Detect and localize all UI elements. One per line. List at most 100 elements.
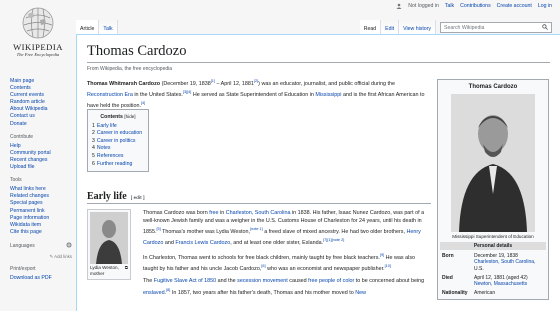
tab-edit-label[interactable]: Edit: [385, 26, 394, 32]
view-tabs: Read Edit View history Search Wikipedia: [359, 20, 552, 34]
toc-item[interactable]: 5 References: [92, 153, 144, 161]
toc-item[interactable]: 6 Further reading: [92, 161, 144, 169]
search-icon[interactable]: [542, 23, 548, 32]
toc-hide-toggle[interactable]: [hide]: [124, 114, 135, 119]
search-placeholder: Search Wikipedia: [444, 24, 485, 31]
sidebar-item-contents[interactable]: Contents: [10, 85, 72, 92]
sidebar-item-upload-file[interactable]: Upload file: [10, 164, 72, 171]
sidebar-item-recent-changes[interactable]: Recent changes: [10, 157, 72, 164]
infobox-label: Nationality: [442, 289, 468, 296]
infobox-title: Thomas Cardozo: [468, 84, 518, 90]
login-link[interactable]: Log in: [538, 3, 552, 9]
infobox-caption: Mississippi Superintendent of Education: [440, 232, 546, 242]
namespace-tabs: Article Talk: [76, 20, 118, 34]
infobox-section-personal: Personal details: [440, 242, 546, 250]
site-subtitle: From Wikipedia, the free encyclopedia: [87, 66, 173, 72]
infobox-row-nationality: Nationality American: [440, 289, 546, 298]
personal-tools: Not logged in Talk Contributions Create …: [396, 3, 552, 9]
tab-article[interactable]: Article: [76, 20, 100, 34]
ref[interactable]: [10]: [385, 264, 391, 268]
infobox-value: American: [474, 289, 496, 296]
sidebar-heading-contribute: Contribute: [10, 133, 34, 140]
page-tabs: Article Talk Read Edit View history Sear…: [76, 20, 552, 34]
toc-item[interactable]: 3 Career in politics: [92, 138, 144, 146]
pencil-icon: ✎: [49, 253, 54, 259]
sidebar-item-about-wikipedia[interactable]: About Wikipedia: [10, 106, 72, 113]
toc-item[interactable]: 4 Notes: [92, 145, 144, 153]
gear-icon[interactable]: [66, 242, 72, 251]
search-input[interactable]: Search Wikipedia: [440, 22, 552, 33]
subject-name: Thomas Whitmarsh Cardozo: [87, 80, 161, 87]
ref[interactable]: [7][1]: [323, 238, 331, 242]
sidebar-item-help[interactable]: Help: [10, 143, 72, 150]
sidebar-item-contact-us[interactable]: Contact us: [10, 113, 72, 120]
toc-item[interactable]: 1 Early life: [92, 123, 144, 131]
wikipedia-logo[interactable]: WIKIPEDIA The Free Encyclopedia: [8, 6, 68, 57]
toc-item[interactable]: 2 Career in education: [92, 130, 144, 138]
ref[interactable]: [note 1]: [250, 227, 263, 231]
link-enslaved[interactable]: enslaved: [143, 289, 165, 295]
infobox-caption-link[interactable]: Mississippi Superintendent of Education: [452, 234, 533, 239]
thumbnail-lydia-weston[interactable]: Lydia Weston, mother ⧉: [87, 209, 131, 280]
table-of-contents: Contents [hide] 1 Early life 2 Career in e…: [87, 109, 149, 173]
page-title: Thomas Cardozo: [87, 43, 550, 63]
link-newton[interactable]: Newton, Massachusetts: [474, 281, 527, 287]
link-new[interactable]: New: [355, 289, 366, 295]
sidebar-item-download-pdf[interactable]: Download as PDF: [10, 275, 72, 282]
sidebar-item-related-changes[interactable]: Related changes: [10, 193, 72, 200]
link-francis-cardozo[interactable]: Francis Lewis Cardozo: [175, 240, 230, 246]
ref[interactable]: [note 2]: [332, 238, 345, 242]
tab-read-label[interactable]: Read: [364, 26, 376, 32]
infobox-row-died: Died April 12, 1881 (aged 42) Newton, Ma…: [440, 274, 546, 289]
paragraph: The Fugitive Slave Act of 1850 and the s…: [143, 278, 425, 296]
not-logged-in-text: Not logged in: [408, 3, 439, 9]
link-reconstruction-era[interactable]: Reconstruction Era: [87, 92, 133, 98]
tab-talk-label[interactable]: Talk: [103, 26, 112, 32]
infobox-value: April 12, 1881 (aged 42) Newton, Massach…: [474, 274, 528, 288]
sidebar-item-current-events[interactable]: Current events: [10, 92, 72, 99]
puzzle-globe-icon: [21, 6, 55, 40]
infobox-label: Died: [442, 274, 453, 281]
sidebar-heading-tools: Tools: [10, 177, 22, 184]
section-edit-link[interactable]: [ edit ]: [131, 195, 145, 200]
sidebar-item-what-links-here[interactable]: What links here: [10, 186, 72, 193]
create-account-link[interactable]: Create account: [497, 3, 532, 9]
contributions-link[interactable]: Contributions: [460, 3, 491, 9]
add-links-link[interactable]: ✎ Add links: [10, 253, 73, 260]
sidebar-navigation: Main page Contents Current events Random…: [10, 78, 72, 128]
sidebar-item-main-page[interactable]: Main page: [10, 78, 72, 85]
talk-link[interactable]: Talk: [445, 3, 454, 9]
sidebar-item-page-information[interactable]: Page information: [10, 215, 72, 222]
sidebar-item-permanent-link[interactable]: Permanent link: [10, 208, 72, 215]
portrait-image[interactable]: [90, 212, 128, 264]
sidebar-item-community-portal[interactable]: Community portal: [10, 150, 72, 157]
ref[interactable]: [4]: [141, 101, 145, 105]
tab-history-label[interactable]: View history: [403, 26, 431, 32]
infobox-row-born: Born December 19, 1838 Charleston, South…: [440, 252, 546, 274]
tab-talk[interactable]: Talk: [99, 20, 118, 34]
sidebar-item-wikidata-item[interactable]: Wikidata item: [10, 222, 72, 229]
toc-title: Contents [hide]: [100, 114, 136, 120]
paragraph: In Charleston, Thomas went to schools fo…: [143, 253, 416, 273]
tab-edit[interactable]: Edit: [381, 20, 400, 34]
link-charleston[interactable]: Charleston, South Carolina,: [474, 259, 535, 265]
sidebar-item-donate[interactable]: Donate: [10, 121, 72, 128]
tab-read[interactable]: Read: [359, 20, 382, 34]
logo-wordmark: WIKIPEDIA: [13, 42, 63, 52]
link-mississippi[interactable]: Mississippi: [315, 92, 341, 98]
infobox: Thomas Cardozo Mississippi Superintenden…: [437, 79, 549, 301]
sidebar-item-random-article[interactable]: Random article: [10, 99, 72, 106]
link-secession-movement[interactable]: secession movement: [237, 278, 288, 284]
lead-paragraph: Thomas Whitmarsh Cardozo (December 19, 1…: [87, 79, 425, 109]
link-free[interactable]: free: [209, 210, 218, 216]
sidebar-item-special-pages[interactable]: Special pages: [10, 200, 72, 207]
tab-view-history[interactable]: View history: [399, 20, 436, 34]
link-charleston[interactable]: Charleston, South Carolina: [226, 210, 291, 216]
tab-article-label[interactable]: Article: [80, 26, 94, 32]
link-free-people-of-color[interactable]: free people of color: [308, 278, 354, 284]
link-fugitive-slave-act[interactable]: Fugitive Slave Act of 1850: [154, 278, 216, 284]
sidebar-item-cite-this-page[interactable]: Cite this page: [10, 229, 72, 236]
paragraph: Thomas Cardozo was born free in Charlest…: [143, 210, 425, 247]
infobox-portrait[interactable]: [451, 93, 535, 232]
enlarge-icon[interactable]: ⧉: [125, 265, 128, 277]
